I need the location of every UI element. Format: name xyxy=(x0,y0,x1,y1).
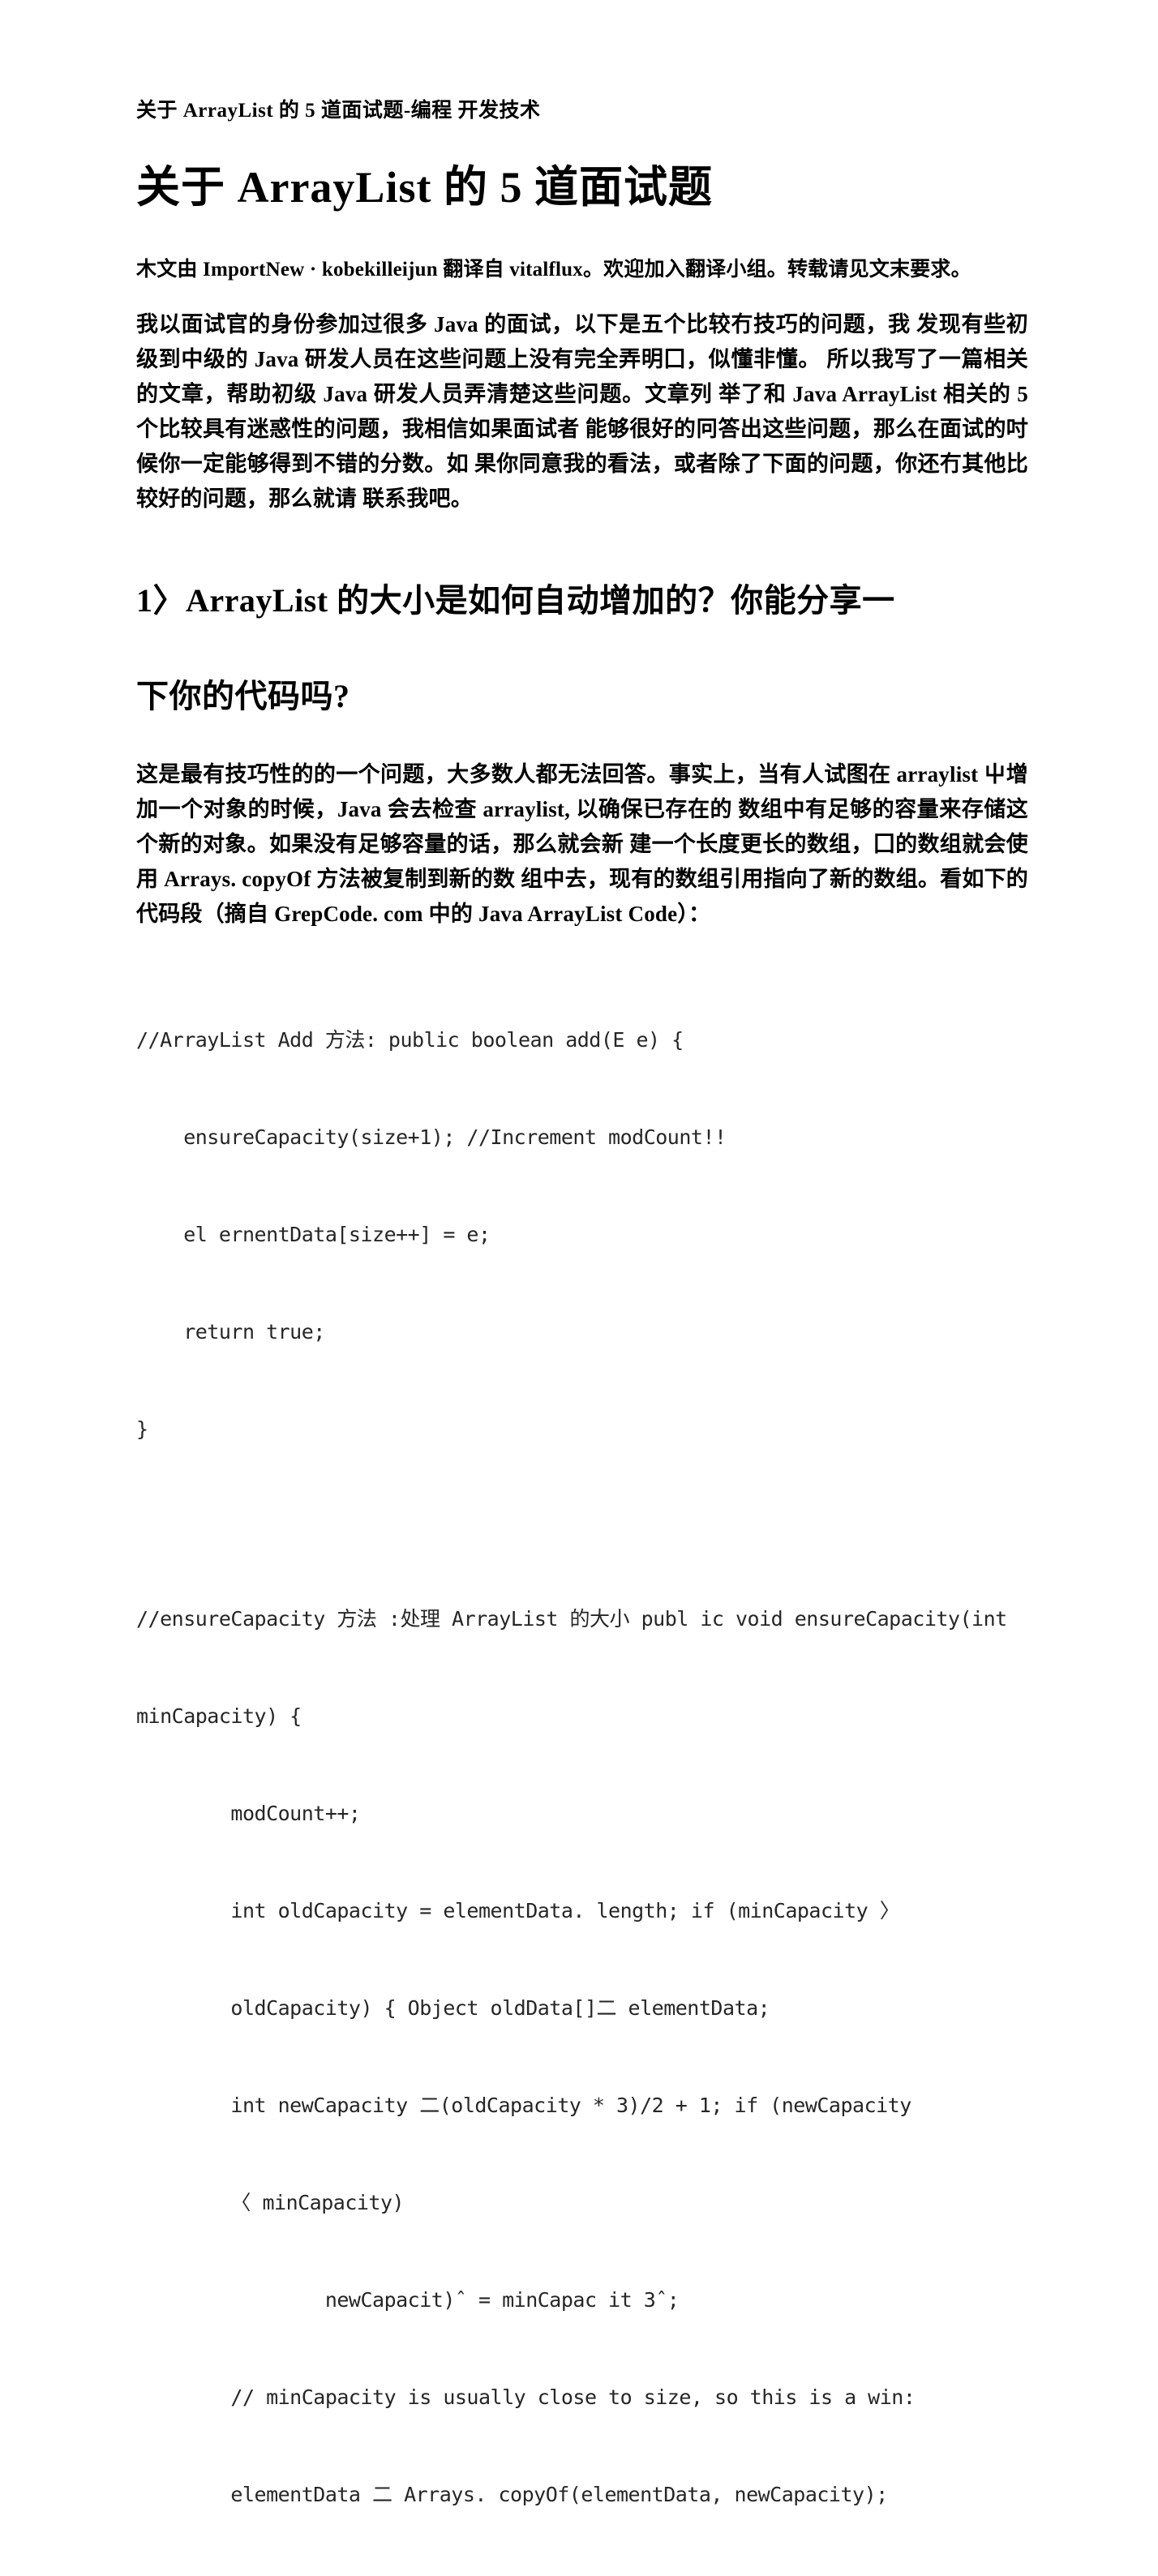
code-line: } xyxy=(136,1417,148,1441)
section-heading-1-line-2: 下你的代码吗? xyxy=(136,677,350,714)
code-line: minCapacity) { xyxy=(136,1704,302,1728)
code-line: modCount++; xyxy=(136,1801,361,1825)
running-header-text: 关于 ArrayList 的 5 道面试题-编程 开发技术 xyxy=(136,100,541,122)
section-heading-1: 1〉ArrayList 的大小是如何自动增加的？你能分享一 xyxy=(136,567,1028,635)
code-line: // minCapacity is usually close to size,… xyxy=(136,2385,916,2409)
section-heading-1-line-1: 1〉ArrayList 的大小是如何自动增加的？你能分享一 xyxy=(136,582,895,619)
answer-paragraph-1-text: 这是最有技巧性的的一个问题，大多数人都无法回答。事实上，当有人试图在 array… xyxy=(136,761,1028,926)
page-title-text: 关于 ArrayList 的 5 道面试题 xyxy=(136,163,713,212)
running-header: 关于 ArrayList 的 5 道面试题-编程 开发技术 xyxy=(136,0,1028,123)
code-line: //ensureCapacity 方法 :处理 ArrayList 的大小 pu… xyxy=(136,1606,1007,1631)
code-line: el ernentData[size++] = e; xyxy=(136,1222,491,1246)
answer-paragraph-1: 这是最有技巧性的的一个问题，大多数人都无法回答。事实上，当有人试图在 array… xyxy=(136,757,1028,932)
code-line: elementData 二 Arrays. copyOf(elementData… xyxy=(136,2482,888,2506)
code-line: ensureCapacity(size+1); //Increment modC… xyxy=(136,1125,727,1149)
document-page: 关于 ArrayList 的 5 道面试题-编程 开发技术 关于 ArrayLi… xyxy=(0,0,1158,2506)
code-block-add-method: //ArrayList Add 方法: public boolean add(E… xyxy=(136,959,1028,1511)
code-block-ensure-capacity: //ensureCapacity 方法 :处理 ArrayList 的大小 pu… xyxy=(136,1538,1028,2576)
code-line: newCapacit)ˆ = minCapac it 3ˆ; xyxy=(136,2287,680,2312)
code-line: int oldCapacity = elementData. length; i… xyxy=(136,1898,900,1922)
page-title: 关于 ArrayList 的 5 道面试题 xyxy=(136,162,1028,214)
code-line: 〈 minCapacity) xyxy=(136,2190,405,2214)
code-line: oldCapacity) { Object oldData[]二 element… xyxy=(136,1995,770,2020)
code-line: int newCapacity 二(oldCapacity * 3)/2 + 1… xyxy=(136,2093,911,2117)
code-line: return true; xyxy=(136,1319,325,1344)
translation-credits-text: 木文由 ImportNew · kobekilleijun 翻译自 vitalf… xyxy=(136,258,971,281)
section-heading-1-cont: 下你的代码吗? xyxy=(136,662,1028,731)
code-line: //ArrayList Add 方法: public boolean add(E… xyxy=(136,1027,684,1052)
intro-paragraph-text: 我以面试官的身份参加过很多 Java 的面试，以下是五个比较冇技巧的问题，我 发… xyxy=(136,312,1028,512)
intro-paragraph: 我以面试官的身份参加过很多 Java 的面试，以下是五个比较冇技巧的问题，我 发… xyxy=(136,307,1028,516)
translation-credits: 木文由 ImportNew · kobekilleijun 翻译自 vitalf… xyxy=(136,256,1028,284)
